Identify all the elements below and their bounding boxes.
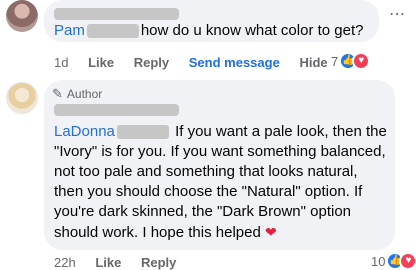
comment-bubble: ✎ Author LaDonna If you want a pale look… [44, 80, 395, 250]
avatar[interactable] [6, 0, 38, 32]
love-icon: ♥ [352, 52, 371, 70]
redacted-surname [116, 125, 169, 140]
reaction-count: 7 [331, 53, 339, 69]
more-options-icon[interactable]: ⋯ [389, 4, 406, 24]
hide-button[interactable]: Hide [299, 55, 327, 70]
comment-actions: 22h Like Reply [54, 255, 192, 270]
comment-text: how do u know what color to get? [140, 22, 364, 39]
love-icon: ♥ [399, 252, 416, 270]
comment-bubble: Pam how do u know what color to get? [44, 0, 379, 42]
comment-author-link[interactable]: Pam [54, 22, 85, 39]
avatar[interactable] [6, 82, 38, 114]
comment-line: Pam how do u know what color to get? [54, 22, 363, 39]
author-badge: ✎ Author [52, 86, 102, 102]
comment-author-link[interactable]: LaDonna [54, 123, 115, 140]
comment-actions: 1d Like Reply Send message Hide [54, 55, 344, 70]
reaction-count: 10 [371, 253, 386, 269]
heart-icon: ❤ [264, 224, 277, 240]
comment-timestamp[interactable]: 22h [54, 255, 76, 270]
comment-thread: ⋯ Pam how do u know what color to get? 1d… [0, 0, 416, 270]
send-message-button[interactable]: Send message [189, 55, 280, 70]
redacted-surname [86, 24, 139, 39]
redacted-name-bar [54, 104, 179, 116]
reaction-summary[interactable]: 7 👍 ♥ [331, 52, 371, 70]
redacted-name-bar [54, 8, 179, 20]
comment-timestamp[interactable]: 1d [54, 55, 68, 70]
reply-button[interactable]: Reply [134, 55, 169, 70]
comment-text: If you want a pale look, then the "Ivory… [54, 123, 387, 241]
reply-button[interactable]: Reply [141, 255, 176, 270]
reaction-summary[interactable]: 10 👍 ♥ [371, 252, 416, 270]
like-button[interactable]: Like [88, 55, 114, 70]
like-button[interactable]: Like [95, 255, 121, 270]
author-badge-label: Author [66, 87, 103, 101]
comment-body: LaDonna If you want a pale look, then th… [54, 122, 389, 243]
pencil-icon: ✎ [52, 86, 63, 101]
